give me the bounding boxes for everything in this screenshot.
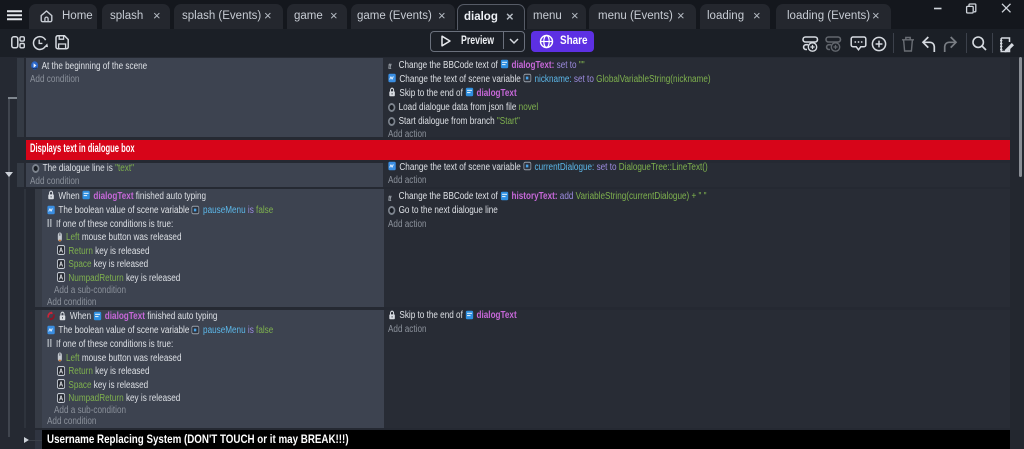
svg-text:A: A: [59, 247, 63, 255]
svg-text:A: A: [59, 395, 63, 403]
svg-text:A: A: [59, 381, 63, 389]
svg-text:A: A: [59, 368, 63, 376]
svg-text:A: A: [59, 261, 63, 269]
svg-text:A: A: [59, 274, 63, 282]
